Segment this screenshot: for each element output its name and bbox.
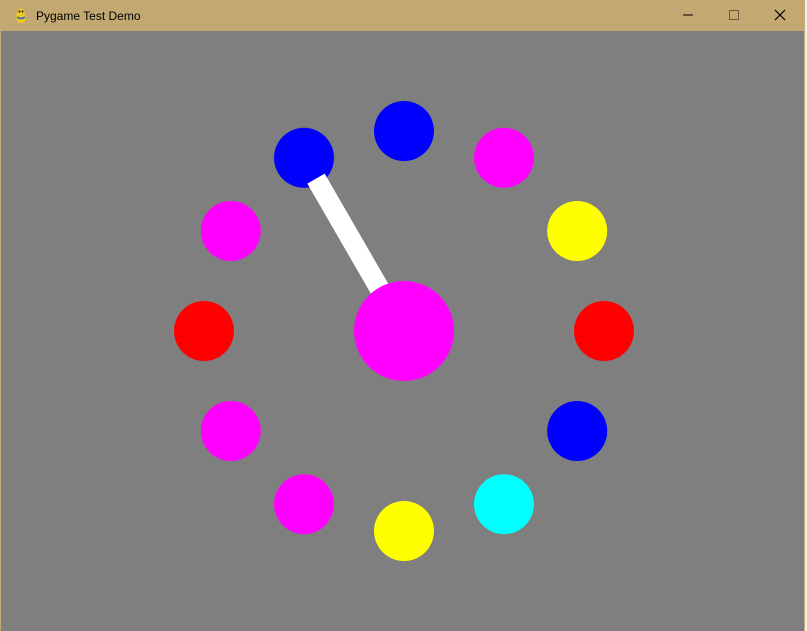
center-disc: [354, 281, 454, 381]
minimize-icon: [682, 8, 694, 24]
ring-circle-three-oclock: [574, 301, 634, 361]
window-title: Pygame Test Demo: [36, 8, 141, 23]
pygame-snake-icon: [13, 8, 29, 24]
window-controls: [665, 0, 803, 31]
ring-circle-five-oclock: [474, 474, 534, 535]
title-bar[interactable]: Pygame Test Demo: [1, 0, 803, 31]
minimize-button[interactable]: [665, 0, 711, 31]
close-button[interactable]: [757, 0, 803, 31]
ring-circle-eight-oclock: [200, 401, 261, 461]
ring-circle-nine-oclock: [174, 301, 234, 361]
ring-circle-six-oclock: [374, 501, 434, 561]
ring-circle-one-oclock: [474, 127, 534, 188]
close-icon: [774, 8, 786, 24]
ring-circle-four-oclock: [547, 401, 608, 461]
maximize-button[interactable]: [711, 0, 757, 31]
ring-circle-two-oclock: [547, 201, 608, 261]
maximize-icon: [728, 8, 740, 24]
ring-circle-seven-oclock: [274, 474, 334, 535]
ring-circle-twelve-oclock: [374, 101, 434, 161]
game-canvas[interactable]: [4, 31, 804, 631]
pygame-window: Pygame Test Demo: [0, 0, 805, 631]
ring-circle-ten-oclock: [200, 201, 261, 261]
